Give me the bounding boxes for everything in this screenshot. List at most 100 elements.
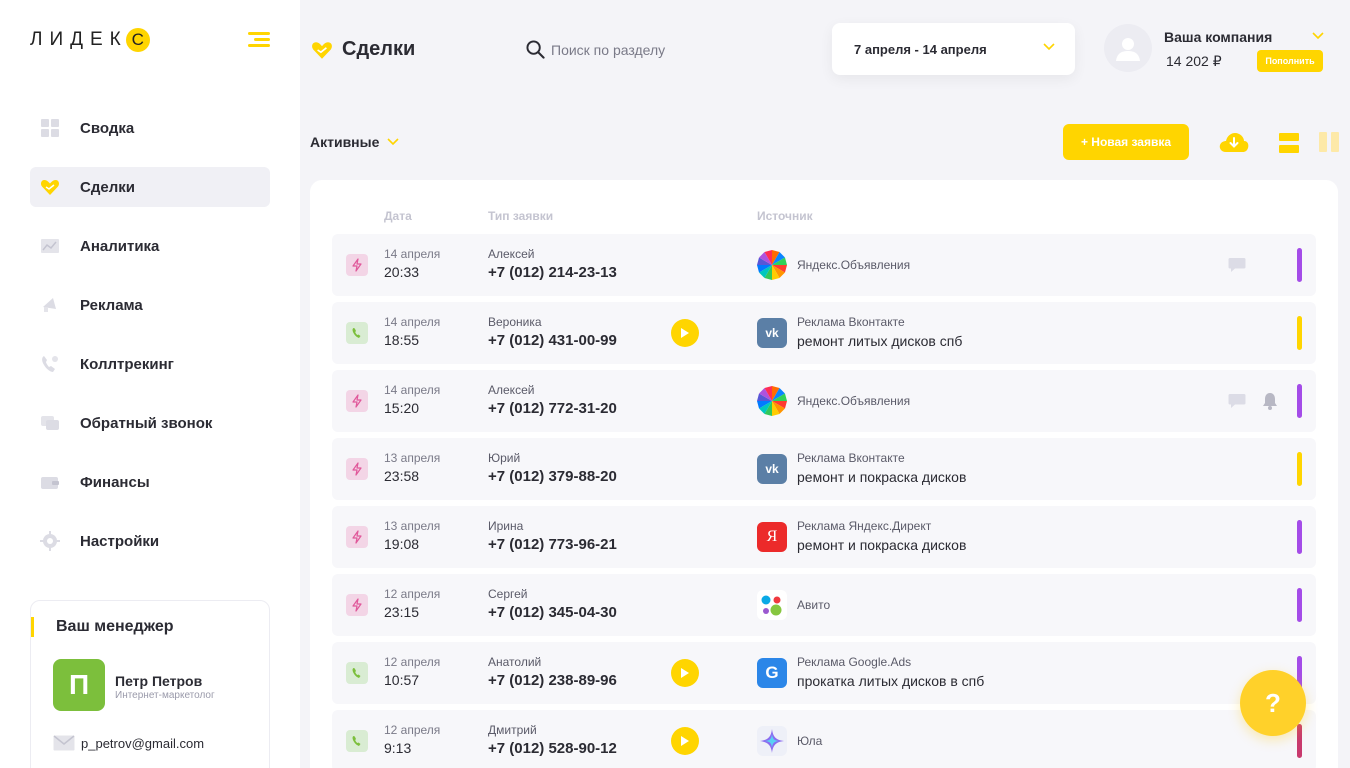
play-recording-icon[interactable] <box>671 659 699 687</box>
sidebar-item-analytics[interactable]: Аналитика <box>30 226 270 266</box>
manager-role: Интернет-маркетолог <box>115 690 215 701</box>
chat-icon <box>40 413 60 433</box>
row-phone[interactable]: +7 (012) 528-90-12 <box>488 740 617 757</box>
status-filter[interactable]: Активные <box>310 134 399 150</box>
sidebar-item-settings[interactable]: Настройки <box>30 521 270 561</box>
table-row[interactable]: 13 апреля 23:58 Юрий +7 (012) 379-88-20 vk Ре… <box>332 438 1316 500</box>
manager-email: p_petrov@gmail.com <box>81 735 205 751</box>
new-request-button[interactable]: + Новая заявка <box>1063 124 1189 160</box>
sidebar-item-summary[interactable]: Сводка <box>30 108 270 148</box>
page-title: Сделки <box>310 38 415 61</box>
grid-icon <box>40 118 60 138</box>
vk-logo-icon: vk <box>757 454 787 484</box>
manager-title: Ваш менеджер <box>31 617 174 637</box>
row-source-name: Реклама Google.Ads <box>797 655 912 669</box>
date-range-value: 7 апреля - 14 апреля <box>854 41 987 57</box>
sidebar-item-calltracking[interactable]: Коллтрекинг <box>30 344 270 384</box>
manager-email-link[interactable]: p_petrov@gmail.com <box>53 735 204 751</box>
company-name[interactable]: Ваша компания <box>1164 29 1272 45</box>
row-phone[interactable]: +7 (012) 345-04-30 <box>488 604 617 621</box>
sidebar-item-label: Коллтрекинг <box>80 355 174 373</box>
column-header-date[interactable]: Дата <box>384 209 412 223</box>
table-row[interactable]: 14 апреля 20:33 Алексей +7 (012) 214-23-13 Я… <box>332 234 1316 296</box>
status-marker[interactable] <box>1297 588 1302 622</box>
lightning-icon <box>346 458 368 480</box>
status-filter-label: Активные <box>310 134 380 150</box>
lightning-icon <box>346 390 368 412</box>
status-marker[interactable] <box>1297 248 1302 282</box>
table-row[interactable]: 14 апреля 15:20 Алексей +7 (012) 772-31-20 Я… <box>332 370 1316 432</box>
sidebar-item-ads[interactable]: Реклама <box>30 285 270 325</box>
status-marker[interactable] <box>1297 316 1302 350</box>
row-time: 19:08 <box>384 536 420 552</box>
row-date: 13 апреля <box>384 451 441 465</box>
row-time: 18:55 <box>384 332 420 348</box>
sidebar-item-label: Реклама <box>80 296 143 314</box>
sidebar-item-label: Сводка <box>80 119 135 137</box>
status-marker[interactable] <box>1297 384 1302 418</box>
topup-button[interactable]: Пополнить <box>1257 50 1323 72</box>
view-list-icon[interactable] <box>1279 133 1299 153</box>
row-phone[interactable]: +7 (012) 773-96-21 <box>488 536 617 553</box>
row-source-campaign: ремонт и покраска дисков <box>797 537 967 553</box>
logo[interactable]: ЛИДЕК С <box>30 28 150 52</box>
row-date: 12 апреля <box>384 587 441 601</box>
row-client-name: Анатолий <box>488 655 542 669</box>
chevron-down-icon[interactable] <box>1312 32 1324 40</box>
row-source-name: Юла <box>797 734 823 748</box>
table-row[interactable]: 13 апреля 19:08 Ирина +7 (012) 773-96-21 Я Ре… <box>332 506 1316 568</box>
help-button[interactable]: ? <box>1240 670 1306 736</box>
sidebar-item-callback[interactable]: Обратный звонок <box>30 403 270 443</box>
date-range-picker[interactable]: 7 апреля - 14 апреля <box>832 23 1075 75</box>
page-title-text: Сделки <box>342 38 416 60</box>
table-row[interactable]: 12 апреля 9:13 Дмитрий +7 (012) 528-90-12 Юл… <box>332 710 1316 768</box>
column-header-type[interactable]: Тип заявки <box>488 209 553 223</box>
company-avatar[interactable] <box>1104 24 1152 72</box>
lightning-icon <box>346 254 368 276</box>
logo-circle: С <box>125 28 150 52</box>
search-icon[interactable] <box>526 40 545 59</box>
row-date: 13 апреля <box>384 519 441 533</box>
table-row[interactable]: 14 апреля 18:55 Вероника +7 (012) 431-00-99… <box>332 302 1316 364</box>
table-row[interactable]: 12 апреля 23:15 Сергей +7 (012) 345-04-30 Ав… <box>332 574 1316 636</box>
play-recording-icon[interactable] <box>671 727 699 755</box>
sidebar-item-finance[interactable]: Финансы <box>30 462 270 502</box>
row-phone[interactable]: +7 (012) 214-23-13 <box>488 264 617 281</box>
row-source-campaign: ремонт и покраска дисков <box>797 469 967 485</box>
row-phone[interactable]: +7 (012) 379-88-20 <box>488 468 617 485</box>
row-phone[interactable]: +7 (012) 772-31-20 <box>488 400 617 417</box>
phone-icon <box>346 662 368 684</box>
sidebar-item-label: Настройки <box>80 532 160 550</box>
yandex-ads-logo-icon <box>757 386 787 416</box>
row-date: 14 апреля <box>384 383 441 397</box>
google-ads-logo-icon: G <box>757 658 787 688</box>
comment-icon[interactable] <box>1228 393 1246 414</box>
row-date: 12 апреля <box>384 655 441 669</box>
chart-icon <box>40 236 60 256</box>
view-columns-icon[interactable] <box>1319 132 1339 152</box>
cloud-download-icon[interactable] <box>1218 130 1250 159</box>
phone-icon <box>40 354 60 374</box>
lightning-icon <box>346 594 368 616</box>
search-input[interactable] <box>551 41 751 58</box>
row-time: 23:58 <box>384 468 420 484</box>
row-phone[interactable]: +7 (012) 238-89-96 <box>488 672 617 689</box>
menu-toggle-icon[interactable] <box>248 32 270 48</box>
status-marker[interactable] <box>1297 452 1302 486</box>
status-marker[interactable] <box>1297 520 1302 554</box>
phone-icon <box>346 322 368 344</box>
row-time: 20:33 <box>384 264 420 280</box>
comment-icon[interactable] <box>1228 257 1246 278</box>
heart-handshake-icon <box>40 177 60 197</box>
column-header-source[interactable]: Источник <box>757 209 813 223</box>
bell-icon[interactable] <box>1262 392 1278 415</box>
table-row[interactable]: 12 апреля 10:57 Анатолий +7 (012) 238-89-96… <box>332 642 1316 704</box>
row-phone[interactable]: +7 (012) 431-00-99 <box>488 332 617 349</box>
status-marker[interactable] <box>1297 724 1302 758</box>
sidebar-item-deals[interactable]: Сделки <box>30 167 270 207</box>
sidebar-item-label: Аналитика <box>80 237 160 255</box>
row-time: 9:13 <box>384 740 412 756</box>
row-date: 14 апреля <box>384 247 441 261</box>
chevron-down-icon <box>1043 43 1055 51</box>
play-recording-icon[interactable] <box>671 319 699 347</box>
